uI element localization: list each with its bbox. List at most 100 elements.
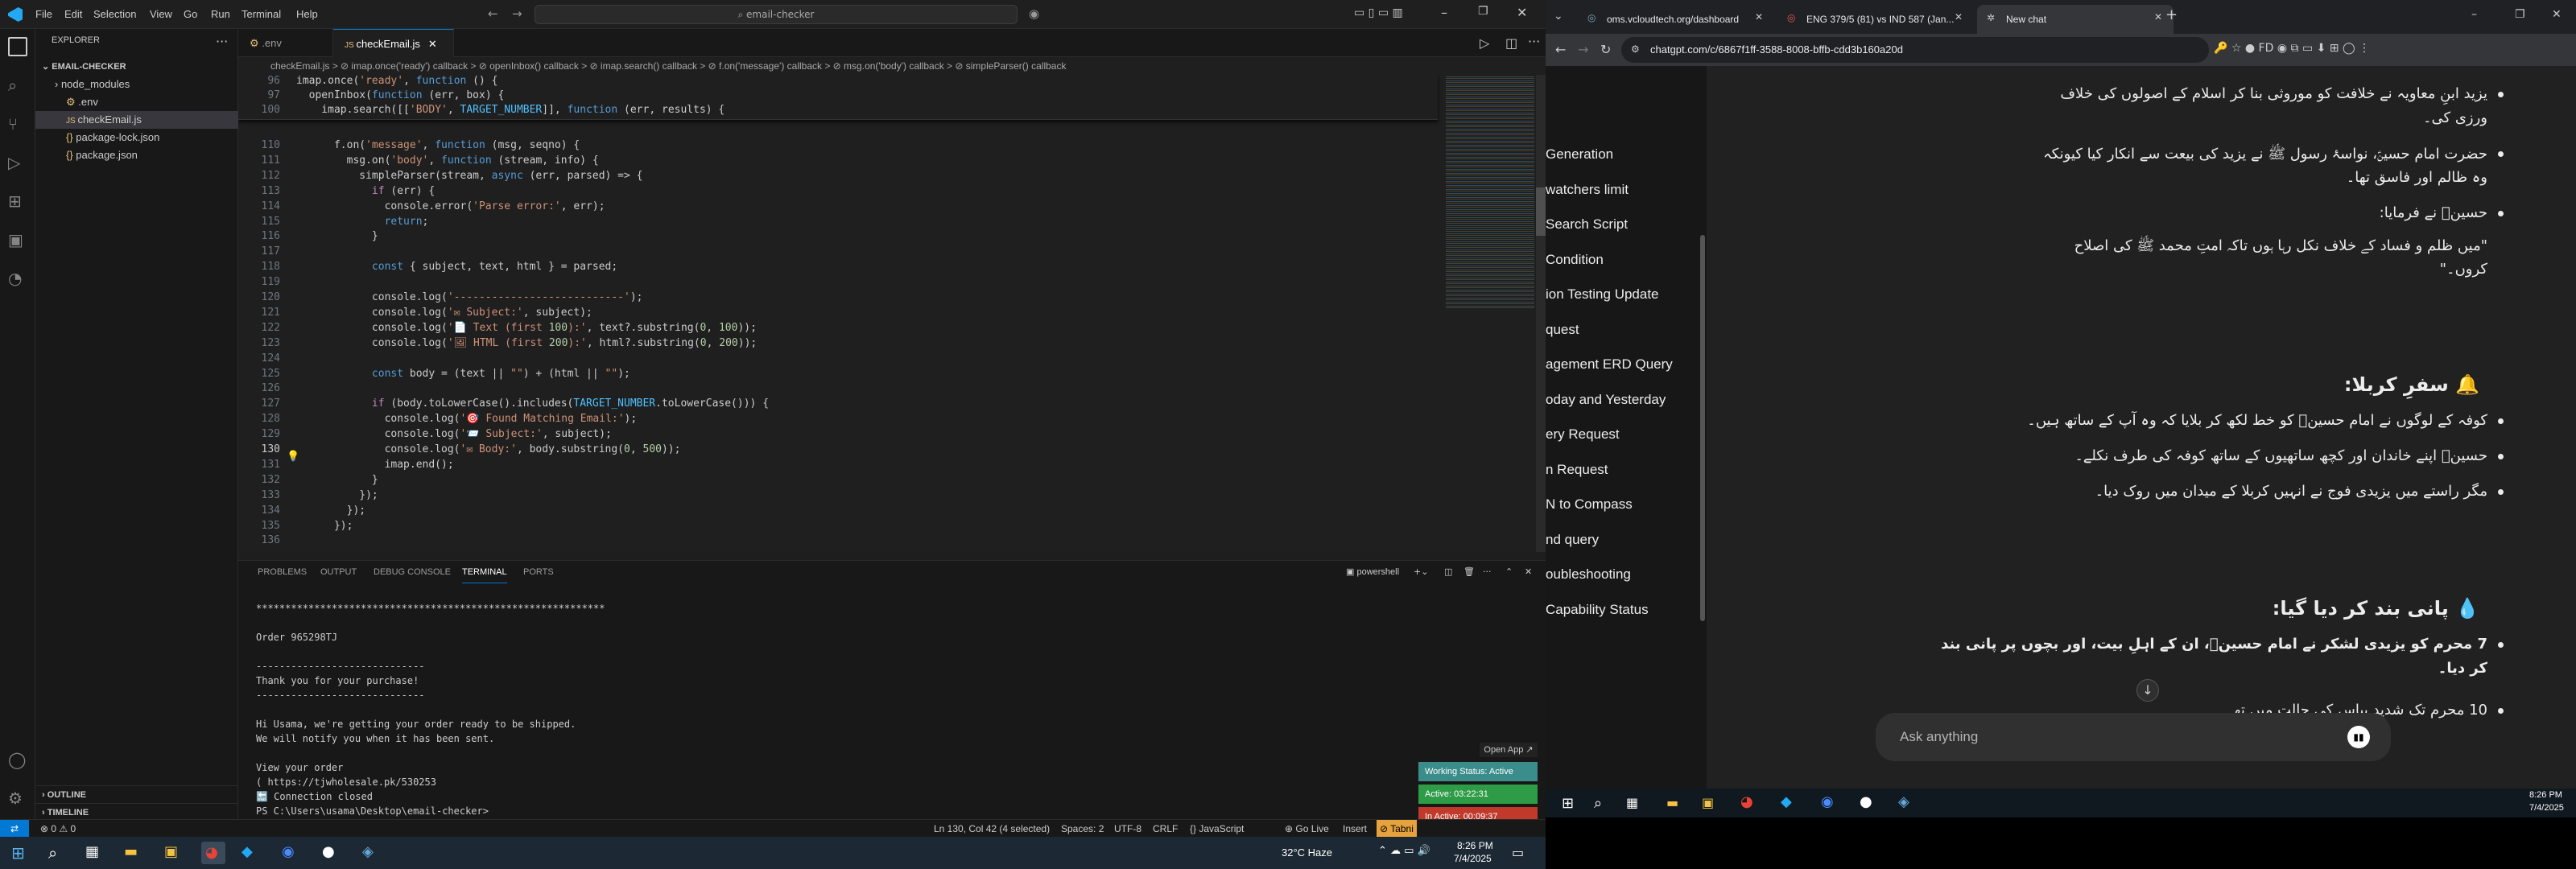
menu-edit[interactable]: Edit [64, 0, 82, 29]
command-center[interactable]: ⌕ email-checker [535, 5, 1018, 24]
sidebar-scrollbar[interactable] [1700, 235, 1705, 621]
run-file-icon[interactable]: ▷ [1480, 35, 1489, 51]
minimize-icon[interactable]: – [2471, 8, 2477, 21]
new-tab-icon[interactable]: + [2165, 6, 2178, 23]
code-line[interactable]: imap.end(); [296, 459, 454, 471]
terminal-shell-label[interactable]: ▣ powershell [1346, 561, 1399, 583]
code-line[interactable]: } [296, 230, 378, 242]
new-terminal-icon[interactable]: +⌄ [1414, 561, 1428, 583]
tab-ports[interactable]: PORTS [523, 561, 554, 583]
address-bar[interactable]: chatgpt.com/c/6867f1ff-3588-8008-bffb-cd… [1621, 37, 2209, 63]
open-app-button[interactable]: Open App ↗ [1480, 743, 1538, 757]
zoom-icon[interactable]: ◉ [282, 843, 295, 860]
maximize-panel-icon[interactable]: ⌃ [1505, 561, 1513, 583]
menu-go[interactable]: Go [184, 0, 197, 29]
extensions-row[interactable]: 🔑 ☆ ● FD ◉ ⧉ ▭ ⬇ ⊞ ◯ ⋮ [2214, 42, 2370, 55]
menu-terminal[interactable]: Terminal [242, 0, 281, 29]
more-actions-icon[interactable]: ··· [216, 34, 228, 49]
tab-output[interactable]: OUTPUT [320, 561, 357, 583]
tray-icons[interactable]: ⌃ ☁ ▭ 🔊 [1378, 845, 1430, 857]
tab-problems[interactable]: PROBLEMS [258, 561, 307, 583]
run-debug-icon[interactable]: ▷ [8, 153, 27, 172]
code-line[interactable]: if (err) { [296, 185, 435, 197]
remote-icon[interactable]: ⇄ [0, 820, 29, 837]
maximize-icon[interactable]: ❐ [1478, 5, 1488, 18]
code-line[interactable]: console.error('Parse error:', err); [296, 200, 605, 212]
clock-time[interactable]: 8:26 PM [2529, 790, 2562, 800]
language-mode[interactable]: {} JavaScript [1190, 820, 1244, 837]
extensions-icon[interactable]: ⊞ [8, 192, 27, 211]
code-line[interactable]: console.log('🎯 Found Matching Email:'); [296, 413, 638, 425]
chat-history-item[interactable]: watchers limit [1546, 182, 1629, 198]
terminal-output[interactable]: ****************************************… [238, 603, 1365, 820]
weather-widget[interactable]: 32°C Haze [1282, 846, 1332, 859]
site-info-icon[interactable]: ⚙ [1631, 43, 1640, 55]
code-line[interactable]: simpleParser(stream, async (err, parsed)… [296, 170, 642, 182]
tabnine-badge[interactable]: ⊘ Tabni [1377, 820, 1417, 837]
tree-item-checkemail[interactable]: JS checkEmail.js [35, 111, 238, 129]
chat-history-item[interactable]: Condition [1546, 252, 1604, 268]
code-line[interactable]: console.log('🖼 HTML (first 200):', html?… [296, 337, 757, 349]
clock-date[interactable]: 7/4/2025 [1454, 853, 1492, 864]
app-icon[interactable]: ● [322, 843, 335, 860]
tab-debug-console[interactable]: DEBUG CONSOLE [374, 561, 451, 583]
chat-history-item[interactable]: Generation [1546, 146, 1613, 163]
store-icon[interactable]: ▣ [1702, 795, 1714, 810]
tab-checkemail[interactable]: JS checkEmail.js ✕ [333, 29, 454, 57]
tree-item-env[interactable]: ⚙ .env [35, 93, 238, 111]
forward-icon[interactable]: → [1578, 42, 1588, 57]
problems-count[interactable]: ⊗ 0 ⚠ 0 [40, 820, 76, 837]
browser-tab-oms[interactable]: oms.vcloudtech.org/dashboard [1578, 5, 1774, 34]
lightbulb-icon[interactable]: 💡 [287, 451, 299, 463]
tree-item-package-lock[interactable]: {} package-lock.json [35, 129, 238, 146]
code-line[interactable]: imap.search([['BODY', TARGET_NUMBER]], f… [296, 104, 724, 116]
back-icon[interactable]: ← [488, 6, 498, 21]
scrollbar[interactable] [1536, 75, 1546, 552]
file-explorer-icon[interactable]: ▬ [1666, 795, 1678, 810]
chat-history-item[interactable]: N to Compass [1546, 496, 1633, 513]
chat-history-item[interactable]: oubleshooting [1546, 566, 1631, 583]
chat-history-item[interactable]: n Request [1546, 462, 1608, 478]
menu-file[interactable]: File [35, 0, 52, 29]
explorer-icon[interactable] [8, 37, 27, 56]
prompt-input[interactable]: Ask anything [1900, 729, 1978, 745]
search-icon[interactable]: ⌕ [1594, 795, 1602, 812]
go-live-button[interactable]: ⊕ Go Live [1285, 820, 1329, 837]
notification-icon[interactable]: ▭ [1512, 845, 1524, 860]
chrome-taskbar-button[interactable]: ◕ [201, 842, 225, 864]
close-tab-icon[interactable]: ✕ [2154, 11, 2162, 23]
menu-selection[interactable]: Selection [93, 0, 136, 29]
close-panel-icon[interactable]: ✕ [1525, 561, 1532, 583]
close-icon[interactable]: ✕ [1517, 5, 1527, 20]
minimize-icon[interactable]: – [1441, 5, 1447, 20]
encoding[interactable]: UTF-8 [1114, 820, 1141, 837]
close-tab-icon[interactable]: ✕ [1955, 11, 1963, 23]
task-view-icon[interactable]: ▦ [1626, 795, 1638, 810]
settings-gear-icon[interactable]: ⚙ [8, 789, 27, 808]
close-tab-icon[interactable]: ✕ [428, 38, 437, 50]
chat-history-item[interactable]: oday and Yesterday [1546, 392, 1666, 408]
cursor-position[interactable]: Ln 130, Col 42 (4 selected) [934, 820, 1050, 837]
chat-history-item[interactable]: Capability Status [1546, 602, 1649, 618]
outline-section[interactable]: › OUTLINE [35, 785, 238, 803]
source-control-icon[interactable]: ⑂ [8, 114, 27, 134]
indentation[interactable]: Spaces: 2 [1061, 820, 1104, 837]
code-line[interactable]: console.log('---------------------------… [296, 291, 643, 303]
copilot-chat-icon[interactable]: ◔ [8, 269, 27, 288]
code-line[interactable]: imap.once('ready', function () { [296, 75, 498, 87]
code-line[interactable]: msg.on('body', function (stream, info) { [296, 154, 599, 167]
chat-history-item[interactable]: Search Script [1546, 216, 1628, 233]
menu-view[interactable]: View [150, 0, 172, 29]
vscode-taskbar-icon[interactable]: ◆ [242, 843, 253, 860]
chat-history-item[interactable]: agement ERD Query [1546, 356, 1673, 373]
code-line[interactable]: } [296, 474, 378, 486]
minimap[interactable] [1446, 75, 1534, 308]
close-icon[interactable]: ✕ [2552, 8, 2562, 21]
split-editor-icon[interactable]: ◫ [1505, 35, 1517, 51]
code-line[interactable]: console.log('✉ Body:', body.substring(0,… [296, 443, 681, 455]
code-line[interactable]: const body = (text || "") + (html || "")… [296, 368, 630, 380]
code-editor[interactable]: 96 imap.once('ready', function () {97 ope… [238, 75, 1546, 552]
task-view-icon[interactable]: ▦ [85, 843, 99, 860]
menu-help[interactable]: Help [296, 0, 318, 29]
code-line[interactable]: console.log('📨 Subject:', subject); [296, 428, 612, 440]
